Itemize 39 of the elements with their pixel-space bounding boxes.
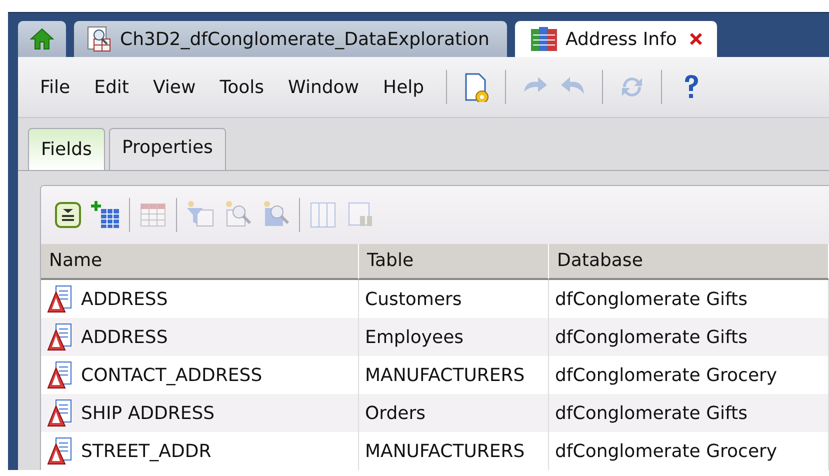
- table-cell: Employees: [365, 326, 464, 348]
- panel-tab[interactable]: Properties: [108, 128, 226, 170]
- column-header[interactable]: Name: [41, 244, 359, 280]
- list-icon[interactable]: [53, 200, 83, 230]
- field-icon: [47, 322, 73, 352]
- document-tab[interactable]: Ch3D2_dfConglomerate_DataExploration: [74, 21, 508, 57]
- table-cell: Customers: [365, 288, 462, 310]
- menu-item[interactable]: Help: [371, 76, 436, 98]
- table-cell: MANUFACTURERS: [365, 440, 525, 462]
- table-cell: CONTACT_ADDRESS: [81, 364, 262, 386]
- columns-icon: [529, 25, 560, 53]
- field-icon: [47, 360, 73, 390]
- field-icon: [47, 398, 73, 428]
- table-cell: STREET_ADDR: [81, 440, 212, 462]
- document-tab[interactable]: Address Info: [515, 21, 717, 57]
- home-tab[interactable]: [18, 21, 66, 57]
- panel-tab[interactable]: Fields: [28, 128, 105, 170]
- table-cell: dfConglomerate Grocery: [555, 440, 778, 462]
- home-icon[interactable]: [30, 28, 54, 50]
- column-header[interactable]: Database: [549, 244, 829, 280]
- column-header[interactable]: Table: [359, 244, 549, 280]
- menu-item[interactable]: File: [28, 76, 82, 98]
- table-cell: MANUFACTURERS: [365, 364, 525, 386]
- table-cell: ADDRESS: [81, 288, 168, 310]
- table-cell: dfConglomerate Gifts: [555, 326, 748, 348]
- table-cell: dfConglomerate Gifts: [555, 288, 748, 310]
- table-cell: Orders: [365, 402, 426, 424]
- table-cell: dfConglomerate Gifts: [555, 402, 748, 424]
- add-column-icon[interactable]: [91, 200, 121, 230]
- table-cell: dfConglomerate Grocery: [555, 364, 778, 386]
- table-cell: SHIP ADDRESS: [81, 402, 215, 424]
- menu-item[interactable]: Window: [276, 76, 372, 98]
- menu-item[interactable]: Edit: [82, 76, 141, 98]
- table-cell: ADDRESS: [81, 326, 168, 348]
- field-icon: [47, 284, 73, 314]
- field-icon: [47, 436, 73, 466]
- menu-item[interactable]: Tools: [208, 76, 276, 98]
- close-icon[interactable]: [688, 32, 703, 46]
- menu-item[interactable]: View: [140, 76, 208, 98]
